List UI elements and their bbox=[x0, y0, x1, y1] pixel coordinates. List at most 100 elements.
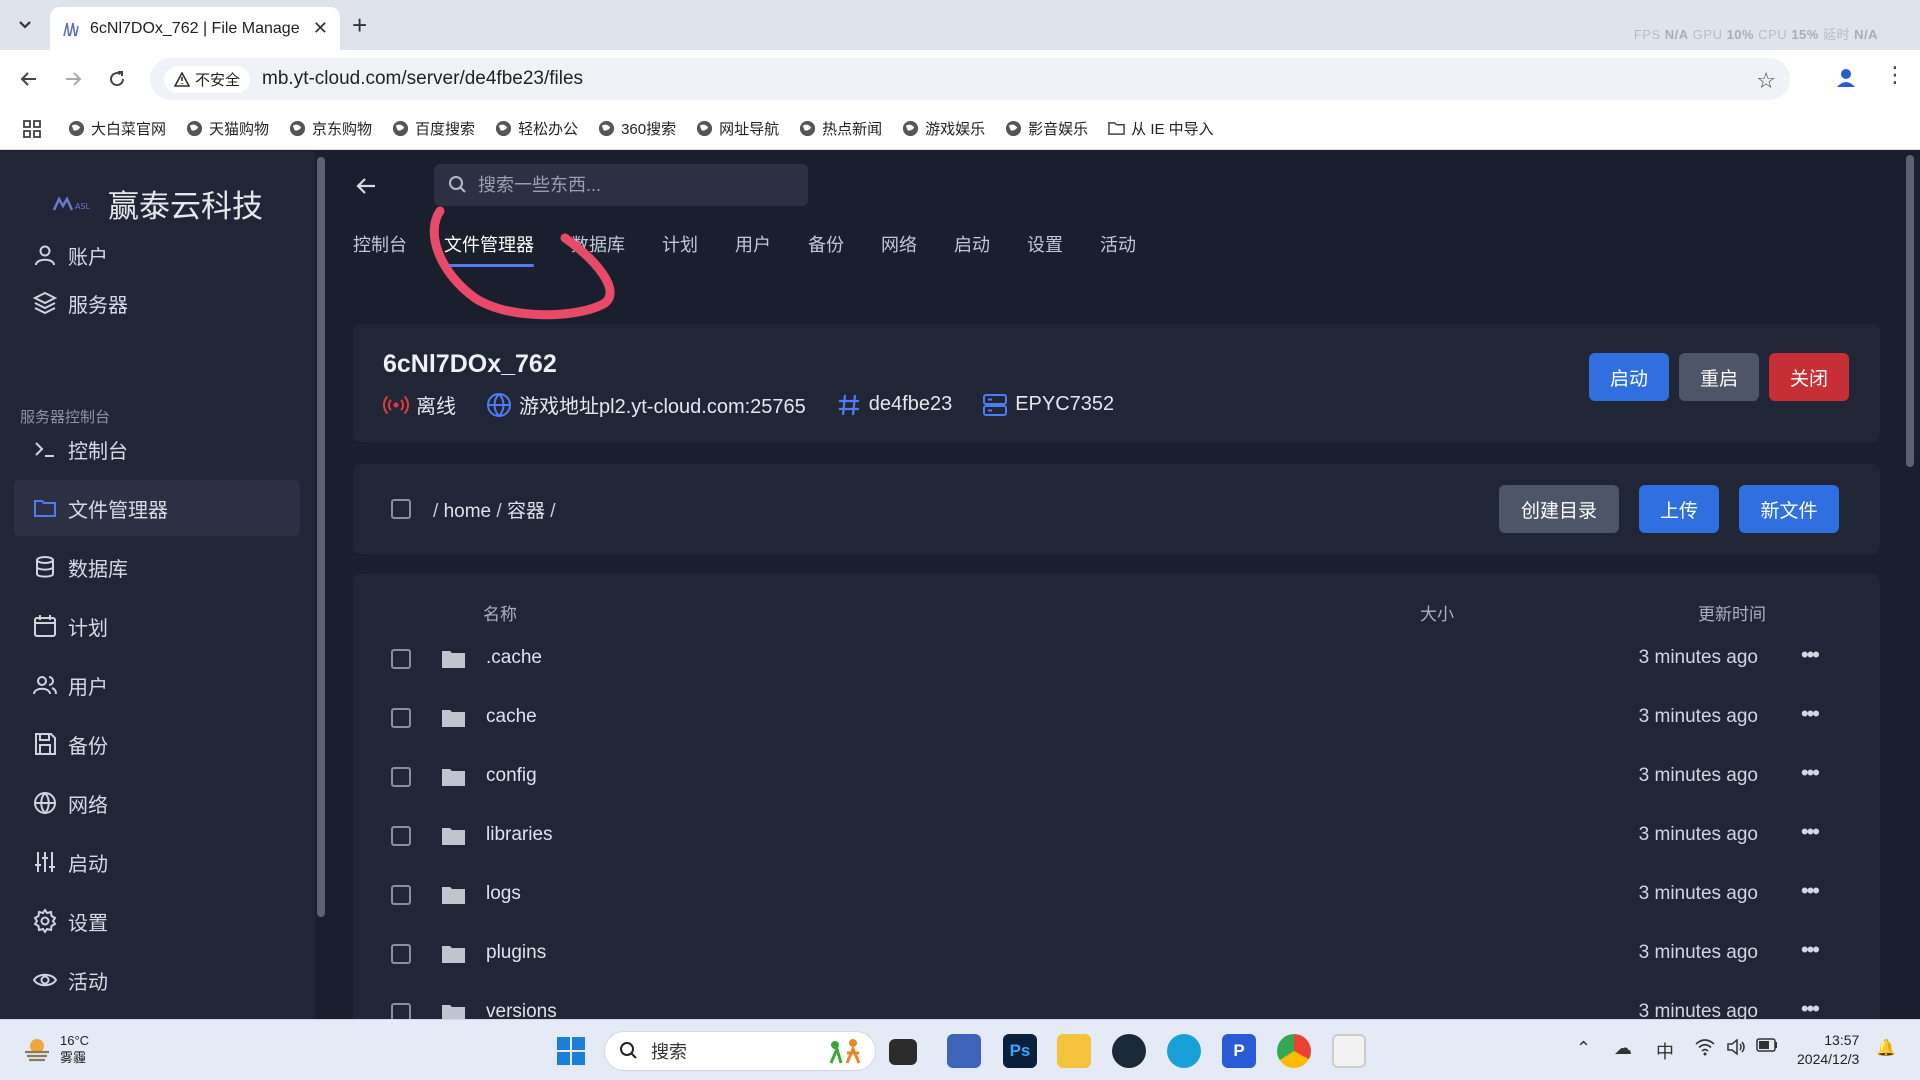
row-checkbox[interactable] bbox=[391, 885, 411, 905]
new-tab-button[interactable]: + bbox=[352, 10, 367, 40]
more-options-icon[interactable]: ••• bbox=[1801, 642, 1820, 668]
taskbar-app-steam-icon[interactable] bbox=[1112, 1034, 1146, 1068]
column-header-size[interactable]: 大小 bbox=[1420, 600, 1454, 625]
sidebar-item-sliders[interactable]: 启动 bbox=[14, 834, 300, 890]
omnibox[interactable]: 不安全 mb.yt-cloud.com/server/de4fbe23/file… bbox=[150, 58, 1790, 100]
tab-4[interactable]: 用户 bbox=[735, 231, 771, 267]
apps-grid-icon[interactable] bbox=[22, 119, 42, 139]
back-button[interactable] bbox=[16, 66, 42, 92]
search-box[interactable] bbox=[434, 164, 808, 206]
breadcrumb-container[interactable]: 容器 bbox=[507, 501, 545, 522]
create-directory-button[interactable]: 创建目录 bbox=[1499, 485, 1619, 533]
sidebar-item-users[interactable]: 用户 bbox=[14, 657, 300, 713]
start-button[interactable]: 启动 bbox=[1589, 353, 1669, 401]
import-bookmarks[interactable]: 从 IE 中导入 bbox=[1108, 118, 1214, 139]
table-row[interactable]: cache 3 minutes ago ••• bbox=[353, 689, 1868, 747]
table-row[interactable]: .cache 3 minutes ago ••• bbox=[353, 630, 1868, 688]
table-row[interactable]: config 3 minutes ago ••• bbox=[353, 748, 1868, 806]
file-name[interactable]: cache bbox=[486, 706, 537, 728]
more-options-icon[interactable]: ••• bbox=[1801, 760, 1820, 786]
taskbar-app-edge-icon[interactable] bbox=[1167, 1034, 1201, 1068]
main-scrollbar[interactable] bbox=[1906, 155, 1914, 467]
upload-button[interactable]: 上传 bbox=[1639, 485, 1719, 533]
weather-widget[interactable]: 16°C 雾霾 bbox=[22, 1032, 89, 1066]
row-checkbox[interactable] bbox=[391, 826, 411, 846]
breadcrumb-home[interactable]: home bbox=[444, 501, 492, 522]
wifi-icon[interactable] bbox=[1695, 1038, 1715, 1056]
tab-0[interactable]: 控制台 bbox=[353, 231, 407, 267]
ime-indicator[interactable]: 中 bbox=[1656, 1038, 1674, 1064]
table-row[interactable]: plugins 3 minutes ago ••• bbox=[353, 925, 1868, 983]
file-name[interactable]: libraries bbox=[486, 824, 553, 846]
browser-tab-active[interactable]: 6cNl7DOx_762 | File Manager ✕ bbox=[50, 7, 340, 50]
tab-close-icon[interactable]: ✕ bbox=[313, 18, 328, 39]
table-row[interactable]: logs 3 minutes ago ••• bbox=[353, 866, 1868, 924]
stop-button[interactable]: 关闭 bbox=[1769, 353, 1849, 401]
row-checkbox[interactable] bbox=[391, 944, 411, 964]
taskbar-app-p-icon[interactable]: P bbox=[1222, 1034, 1256, 1068]
bookmark-item[interactable]: 轻松办公 bbox=[495, 118, 578, 139]
sidebar-scrollbar[interactable] bbox=[317, 157, 325, 917]
clock[interactable]: 13:57 2024/12/3 bbox=[1797, 1031, 1859, 1069]
reload-button[interactable] bbox=[104, 66, 130, 92]
battery-icon[interactable] bbox=[1756, 1038, 1778, 1052]
tab-6[interactable]: 网络 bbox=[881, 231, 917, 267]
taskbar-app-explorer-icon[interactable] bbox=[1057, 1034, 1091, 1068]
sidebar-item-save[interactable]: 备份 bbox=[14, 716, 300, 772]
tray-cloud-icon[interactable]: ☁ bbox=[1614, 1038, 1632, 1059]
more-options-icon[interactable]: ••• bbox=[1801, 819, 1820, 845]
bookmark-item[interactable]: 游戏娱乐 bbox=[902, 118, 985, 139]
taskbar-app-photoshop-icon[interactable]: Ps bbox=[1003, 1034, 1037, 1068]
bookmark-item[interactable]: 360搜索 bbox=[598, 118, 676, 139]
bookmark-item[interactable]: 热点新闻 bbox=[799, 118, 882, 139]
tab-9[interactable]: 活动 bbox=[1100, 231, 1136, 267]
sidebar-item-layers[interactable]: 服务器 bbox=[14, 275, 300, 331]
tab-7[interactable]: 启动 bbox=[954, 231, 990, 267]
tab-search-button[interactable] bbox=[10, 10, 40, 40]
new-file-button[interactable]: 新文件 bbox=[1739, 485, 1839, 533]
bookmark-item[interactable]: 天猫购物 bbox=[186, 118, 269, 139]
search-input[interactable] bbox=[478, 174, 778, 196]
browser-menu-icon[interactable]: ⋮ bbox=[1884, 62, 1906, 88]
file-name[interactable]: plugins bbox=[486, 942, 546, 964]
volume-icon[interactable] bbox=[1726, 1038, 1746, 1056]
tab-5[interactable]: 备份 bbox=[808, 231, 844, 267]
restart-button[interactable]: 重启 bbox=[1679, 353, 1759, 401]
sidebar-item-terminal[interactable]: 控制台 bbox=[14, 421, 300, 477]
sidebar-item-calendar[interactable]: 计划 bbox=[14, 598, 300, 654]
notification-bell-icon[interactable]: 🔔 bbox=[1876, 1038, 1896, 1058]
back-arrow-icon[interactable] bbox=[353, 173, 379, 199]
column-header-name[interactable]: 名称 bbox=[483, 600, 517, 625]
more-options-icon[interactable]: ••• bbox=[1801, 937, 1820, 963]
sidebar-item-gear[interactable]: 设置 bbox=[14, 893, 300, 949]
url-text[interactable]: mb.yt-cloud.com/server/de4fbe23/files bbox=[262, 68, 583, 90]
tab-8[interactable]: 设置 bbox=[1027, 231, 1063, 267]
tray-overflow-icon[interactable]: ⌃ bbox=[1576, 1038, 1591, 1059]
taskbar-app-network-icon[interactable] bbox=[947, 1034, 981, 1068]
tab-3[interactable]: 计划 bbox=[662, 231, 698, 267]
sidebar-item-eye[interactable]: 活动 bbox=[14, 952, 300, 1008]
sidebar-item-folder[interactable]: 文件管理器 bbox=[14, 480, 300, 536]
sidebar-item-database[interactable]: 数据库 bbox=[14, 539, 300, 595]
column-header-updated[interactable]: 更新时间 bbox=[1698, 600, 1766, 625]
security-indicator[interactable]: 不安全 bbox=[164, 65, 251, 93]
windows-start-icon[interactable] bbox=[556, 1036, 586, 1066]
bookmark-item[interactable]: 京东购物 bbox=[289, 118, 372, 139]
taskbar-search[interactable]: 搜索 bbox=[604, 1031, 876, 1071]
bookmark-item[interactable]: 大白菜官网 bbox=[68, 118, 166, 139]
more-options-icon[interactable]: ••• bbox=[1801, 701, 1820, 727]
bookmark-item[interactable]: 百度搜索 bbox=[392, 118, 475, 139]
select-all-checkbox[interactable] bbox=[391, 499, 411, 519]
row-checkbox[interactable] bbox=[391, 649, 411, 669]
table-row[interactable]: libraries 3 minutes ago ••• bbox=[353, 807, 1868, 865]
profile-avatar-icon[interactable] bbox=[1832, 64, 1860, 92]
taskbar-app-chrome-icon[interactable] bbox=[1277, 1034, 1311, 1068]
bookmark-star-icon[interactable]: ☆ bbox=[1756, 68, 1776, 94]
bookmark-item[interactable]: 影音娱乐 bbox=[1005, 118, 1088, 139]
file-name[interactable]: logs bbox=[486, 883, 521, 905]
brand[interactable]: ASL 赢泰云科技 bbox=[52, 181, 263, 226]
file-name[interactable]: config bbox=[486, 765, 537, 787]
more-options-icon[interactable]: ••• bbox=[1801, 878, 1820, 904]
row-checkbox[interactable] bbox=[391, 708, 411, 728]
bookmark-item[interactable]: 网址导航 bbox=[696, 118, 779, 139]
